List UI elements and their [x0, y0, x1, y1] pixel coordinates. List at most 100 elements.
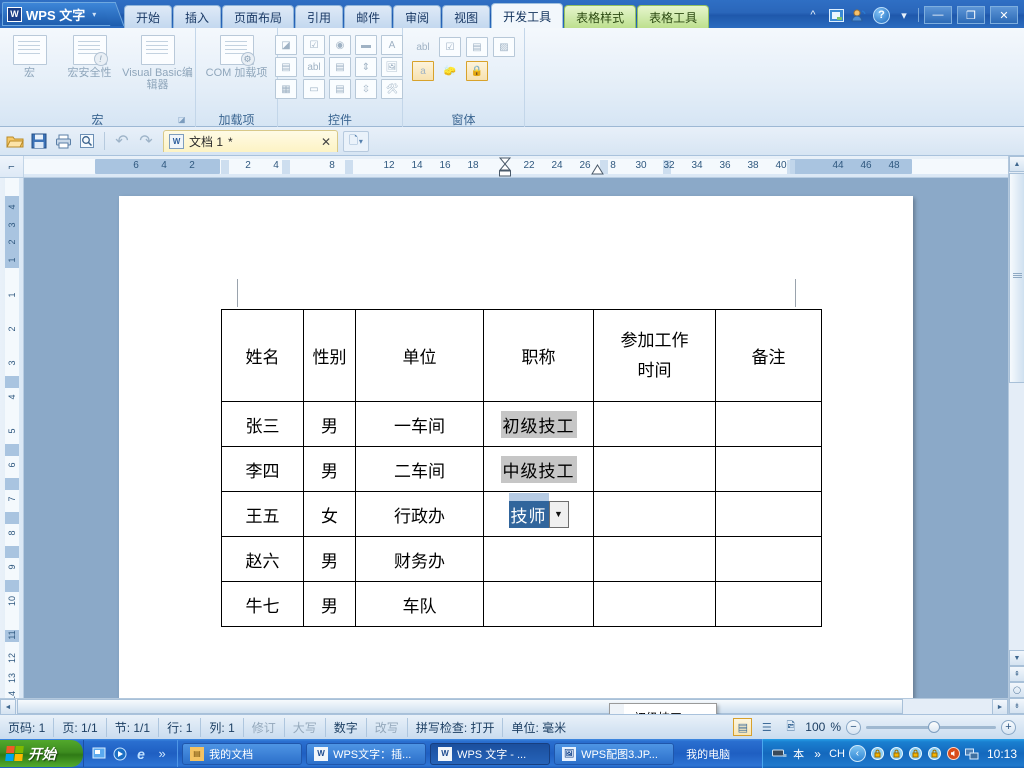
tab-developer[interactable]: 开发工具	[491, 3, 563, 28]
horizontal-scrollbar[interactable]: ◄ ►	[0, 698, 1008, 714]
tab-table-styles[interactable]: 表格样式	[564, 5, 636, 28]
dropdown-option-0[interactable]: 初级技工	[610, 706, 716, 714]
volume-icon[interactable]	[946, 746, 961, 761]
redo-icon[interactable]: ↷	[135, 131, 157, 152]
cell-title[interactable]	[484, 582, 594, 627]
cell-work-time[interactable]	[594, 402, 716, 447]
zoom-in-button[interactable]: +	[1001, 720, 1016, 735]
image-control-icon[interactable]: 🖼	[381, 57, 403, 77]
horizontal-ruler[interactable]: ⌐ 6 4 2 2 4 8 12 14 16 18 22 24 26 8 30 …	[0, 156, 1008, 178]
cell-name[interactable]: 王五	[222, 492, 304, 537]
more-controls-icon[interactable]: 🛠	[381, 79, 403, 99]
page-view-icon[interactable]: ▤	[733, 718, 752, 736]
properties-icon[interactable]: ▤	[275, 57, 297, 77]
field-shading-icon[interactable]: a	[412, 61, 434, 81]
tab-stop-selector[interactable]: ⌐	[0, 156, 24, 178]
cell-unit[interactable]: 一车间	[356, 402, 484, 447]
design-mode-icon[interactable]: ◪	[275, 35, 297, 55]
status-page-number[interactable]: 页码: 1	[0, 718, 54, 737]
document-canvas[interactable]: 姓名 性别 单位 职称 参加工作 时间 备注 张三 男 一车间 初级技工	[24, 178, 1008, 714]
show-desktop-icon[interactable]	[91, 746, 107, 762]
form-field-dropdown[interactable]: 中级技工	[501, 456, 577, 483]
checkbox-form-field-icon[interactable]: ☑	[439, 37, 461, 57]
next-page-button[interactable]: ⇟	[1009, 698, 1024, 714]
ime-punctuation-icon[interactable]	[908, 746, 923, 761]
textbox-control-icon[interactable]: abl	[303, 57, 325, 77]
cell-sex[interactable]: 男	[304, 582, 356, 627]
tab-view[interactable]: 视图	[442, 5, 490, 28]
cell-sex[interactable]: 男	[304, 402, 356, 447]
cell-work-time[interactable]	[594, 582, 716, 627]
vb-editor-button[interactable]: Visual Basic编辑器	[121, 31, 195, 91]
status-spell-check[interactable]: 拼写检查: 打开	[408, 718, 504, 737]
table-row[interactable]: 张三 男 一车间 初级技工	[222, 402, 822, 447]
taskbar-button-wps-2[interactable]: W WPS 文字 - ...	[430, 743, 550, 765]
window-switch-icon[interactable]	[827, 6, 845, 24]
help-icon[interactable]: ?	[873, 7, 890, 24]
zoom-out-button[interactable]: −	[846, 720, 861, 735]
web-view-icon[interactable]: 🖻	[781, 718, 800, 736]
tab-page-layout[interactable]: 页面布局	[222, 5, 294, 28]
status-line[interactable]: 行: 1	[159, 718, 201, 737]
cell-name[interactable]: 李四	[222, 447, 304, 492]
start-button[interactable]: 开始	[0, 740, 83, 767]
reset-form-icon[interactable]: 🧽	[439, 61, 461, 81]
collapse-ribbon-icon[interactable]: ^	[804, 6, 822, 24]
dropdown-form-field-icon[interactable]: ▤	[466, 37, 488, 57]
ime-shape-icon[interactable]	[927, 746, 942, 761]
scroll-right-button[interactable]: ►	[992, 699, 1008, 715]
status-track-changes[interactable]: 修订	[244, 718, 285, 737]
tab-references[interactable]: 引用	[295, 5, 343, 28]
open-folder-icon[interactable]	[4, 131, 26, 152]
status-column[interactable]: 列: 1	[201, 718, 243, 737]
media-player-icon[interactable]	[112, 746, 128, 762]
cell-work-time[interactable]	[594, 447, 716, 492]
dropdown-selected-value[interactable]: 技师	[509, 501, 549, 528]
checkbox-control-icon[interactable]: ☑	[303, 35, 325, 55]
macro-dialog-launcher-icon[interactable]: ◪	[178, 115, 188, 125]
tab-start[interactable]: 开始	[124, 5, 172, 28]
ime-keyboard-icon[interactable]	[889, 746, 904, 761]
cell-unit[interactable]: 财务办	[356, 537, 484, 582]
wps-app-menu-button[interactable]: W WPS 文字 ▾	[2, 2, 112, 26]
close-button[interactable]: ✕	[990, 6, 1018, 24]
table-row[interactable]: 赵六 男 财务办	[222, 537, 822, 582]
form-field-shading-icon[interactable]: ▨	[493, 37, 515, 57]
dropdown-arrow-icon[interactable]: ▼	[549, 501, 569, 528]
vertical-ruler[interactable]: 4 3 2 1 1 2 3 4 5 6 7 8 9 10 11 12 13 14	[0, 178, 24, 714]
cell-title-active[interactable]: 技师 ▼	[484, 492, 594, 537]
label-control-icon[interactable]: A	[381, 35, 403, 55]
combobox-control-icon[interactable]: ▤	[329, 57, 351, 77]
status-pages[interactable]: 页: 1/1	[54, 718, 106, 737]
tab-review[interactable]: 审阅	[393, 5, 441, 28]
select-browse-object-button[interactable]: ◯	[1009, 682, 1024, 698]
cell-unit[interactable]: 车队	[356, 582, 484, 627]
option-button-icon[interactable]: ◉	[329, 35, 351, 55]
tab-insert[interactable]: 插入	[173, 5, 221, 28]
zoom-slider[interactable]	[866, 726, 996, 729]
minimize-button[interactable]: —	[924, 6, 952, 24]
table-row[interactable]: 李四 男 二车间 中级技工	[222, 447, 822, 492]
status-sections[interactable]: 节: 1/1	[107, 718, 159, 737]
table-row[interactable]: 牛七 男 车队	[222, 582, 822, 627]
undo-icon[interactable]: ↶	[111, 131, 133, 152]
text-form-field-icon[interactable]: abl	[412, 37, 434, 57]
network-icon[interactable]	[772, 746, 787, 761]
previous-page-button[interactable]: ⇞	[1009, 666, 1024, 682]
taskbar-button-image[interactable]: 🖼 WPS配图3.JP...	[554, 743, 674, 765]
tray-more-icon[interactable]: »	[810, 746, 825, 761]
vertical-scroll-thumb[interactable]	[1009, 173, 1024, 383]
new-document-button[interactable]: 🗋 ▾	[343, 131, 369, 152]
document-tab[interactable]: W 文档 1 * ✕	[163, 130, 338, 152]
status-num-lock[interactable]: 数字	[326, 718, 367, 737]
print-preview-icon[interactable]	[76, 131, 98, 152]
vertical-scrollbar[interactable]: ▲ ▼ ⇞ ◯ ⇟	[1008, 156, 1024, 714]
taskbar-button-wps-1[interactable]: W WPS文字：插...	[306, 743, 426, 765]
cell-note[interactable]	[716, 402, 822, 447]
cell-sex[interactable]: 男	[304, 537, 356, 582]
macro-button[interactable]: 宏	[1, 31, 59, 79]
cell-name[interactable]: 张三	[222, 402, 304, 447]
tab-mailings[interactable]: 邮件	[344, 5, 392, 28]
cell-sex[interactable]: 女	[304, 492, 356, 537]
macro-security-button[interactable]: ! 宏安全性	[61, 31, 119, 79]
